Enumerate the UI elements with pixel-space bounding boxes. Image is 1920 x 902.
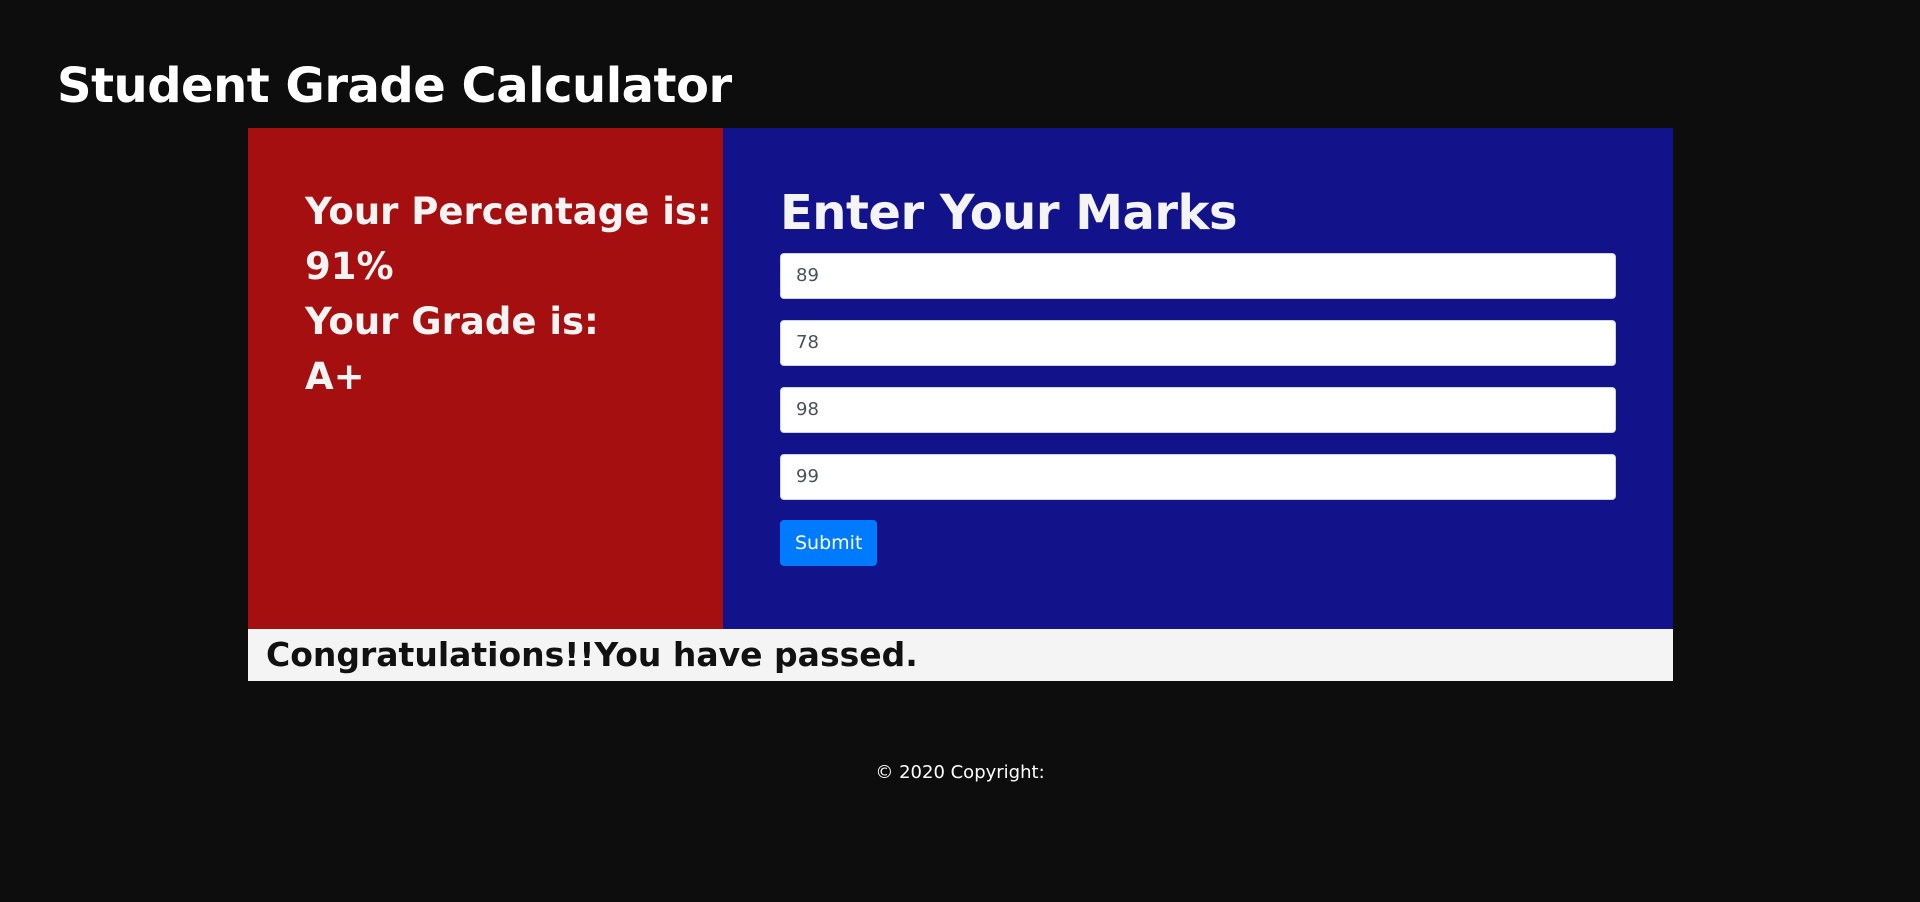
mark-input-3[interactable] — [780, 386, 1616, 433]
page-title: Student Grade Calculator — [57, 58, 732, 114]
mark-input-1[interactable] — [780, 252, 1616, 299]
mark-input-4[interactable] — [780, 453, 1616, 500]
form-heading: Enter Your Marks — [780, 185, 1238, 241]
mark-input-2[interactable] — [780, 319, 1616, 366]
result-panel: Your Percentage is: 91% Your Grade is: A… — [248, 128, 723, 629]
percentage-value: 91% — [305, 245, 394, 288]
percentage-label: Your Percentage is: — [305, 190, 712, 233]
submit-button[interactable]: Submit — [780, 519, 878, 566]
calculator-card: Your Percentage is: 91% Your Grade is: A… — [248, 128, 1673, 629]
result-message: Congratulations!!You have passed. — [248, 629, 1673, 681]
footer-copyright: © 2020 Copyright: — [875, 762, 1045, 783]
grade-value: A+ — [305, 355, 365, 398]
grade-label: Your Grade is: — [305, 300, 599, 343]
marks-form-panel: Enter Your Marks Submit — [723, 128, 1673, 629]
